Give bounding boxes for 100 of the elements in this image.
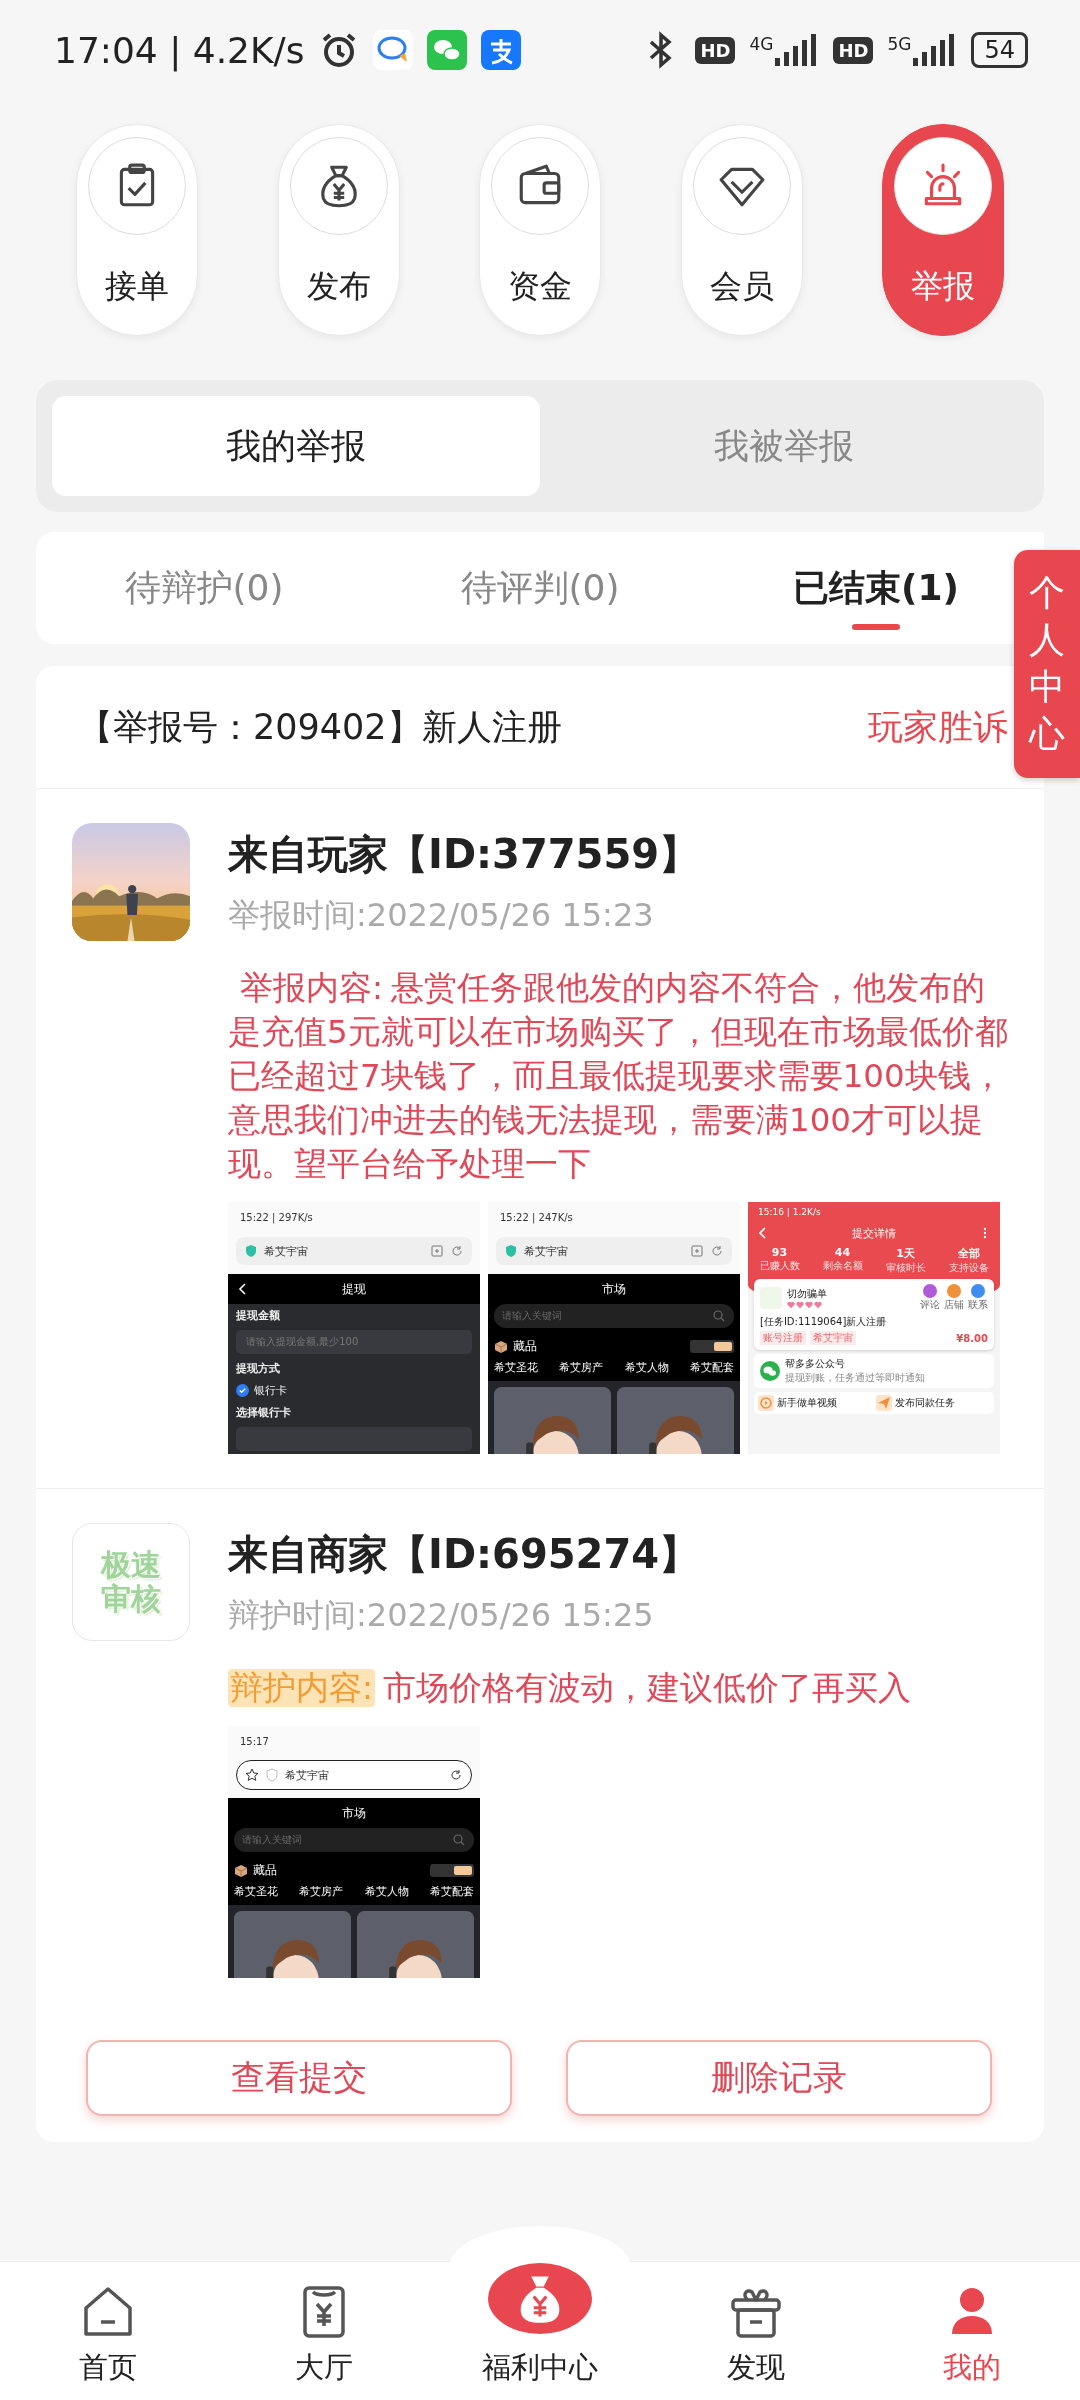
category-tab[interactable]: 希艾人物 (624, 1361, 669, 1375)
link-subtitle: 提现到账，任务通过等即时通知 (785, 1371, 925, 1385)
check-icon (238, 1386, 247, 1395)
action-label: 评论 (920, 1298, 940, 1312)
filter-tab[interactable]: 待评判(0) (456, 532, 624, 644)
action-button[interactable]: 会员 (680, 124, 803, 336)
stat-label: 审核时长 (885, 1261, 926, 1275)
verdict-label: 玩家胜诉 (868, 705, 1008, 749)
status-time: 15:22 | 247K/s (500, 1211, 573, 1223)
add-bookmark-icon[interactable] (430, 1244, 444, 1258)
side-tab[interactable]: 个人中心 (1014, 550, 1080, 778)
refresh-icon[interactable] (710, 1244, 724, 1258)
play-icon (758, 1395, 774, 1411)
option-label: 银行卡 (254, 1383, 287, 1398)
action-icon[interactable] (971, 1284, 985, 1298)
checkbox[interactable] (236, 1384, 249, 1397)
nav-tab[interactable]: 首页 (0, 2262, 216, 2400)
page-title: 提交详情 (852, 1225, 896, 1241)
battery-level: 54 (971, 32, 1028, 68)
stat-value: 44 (834, 1246, 851, 1259)
search-icon (712, 1309, 726, 1323)
sort-toggle[interactable] (430, 1864, 474, 1877)
nav-tab[interactable]: 我的 (864, 2262, 1080, 2400)
filter-tab[interactable]: 待辩护(0) (120, 532, 288, 644)
task-card[interactable]: 切勿骗单 评论 店铺 联系 [任务ID:1119064]新人注册 账号注册 希艾宇宙 ¥8.00 (754, 1279, 994, 1350)
content-text: 举报内容: 悬赏任务跟他发的内容不符合，他发布的是充值5元就可以在市场购买了，但现在市场最低价都已经超过7块钱了，而且最低提现要求需要100块钱，意思我们冲进去的钱无法提现，需要满100才可以提现。望平台给予处理一下 (228, 968, 1008, 1185)
nav-tab[interactable]: 福利中心 (432, 2262, 648, 2400)
chat-bubble-icon (372, 30, 413, 70)
timestamp: 辩护时间:2022/05/26 15:25 (228, 1595, 655, 1636)
refresh-icon[interactable] (450, 1244, 464, 1258)
chat-bubbles-icon (760, 1361, 780, 1381)
task-tag: 希艾宇宙 (810, 1331, 856, 1345)
task-tag: 账号注册 (760, 1331, 806, 1345)
task-name: 切勿骗单 (787, 1287, 827, 1301)
sender-name: 来自商家【ID:695274】 (228, 1530, 701, 1579)
content-text: 辩护内容: 市场价格有波动，建议低价了再买入 (228, 1668, 912, 1709)
segment-tab[interactable]: 我的举报 (52, 396, 540, 496)
action-button[interactable]: 删除记录 (566, 2040, 992, 2116)
payment-app-icon (480, 30, 521, 70)
sort-toggle[interactable] (690, 1340, 734, 1353)
nav-tab[interactable]: 发现 (648, 2262, 864, 2400)
category-tab[interactable]: 希艾圣花 (234, 1885, 278, 1899)
shortcut-link[interactable]: 发布同款任务 (876, 1395, 990, 1411)
section-title: 藏品 (253, 1862, 277, 1879)
category-tab[interactable]: 希艾房产 (559, 1361, 604, 1375)
nav-tab[interactable]: 大厅 (216, 2262, 432, 2400)
report-title: 【举报号：209402】新人注册 (78, 705, 562, 749)
task-price: ¥8.00 (956, 1332, 988, 1344)
address-bar[interactable]: 希艾宇宙 (236, 1760, 472, 1790)
category-tab[interactable]: 希艾圣花 (494, 1361, 538, 1375)
page-title: 市场 (602, 1280, 626, 1298)
refresh-icon[interactable] (449, 1768, 463, 1782)
search-icon (452, 1833, 466, 1847)
action-icon[interactable] (947, 1284, 961, 1298)
page-title: 提现 (342, 1280, 366, 1298)
star-icon[interactable] (245, 1768, 259, 1782)
action-button[interactable]: 资金 (479, 124, 601, 336)
category-tab[interactable]: 希艾配套 (430, 1885, 474, 1899)
section-title: 藏品 (513, 1338, 537, 1355)
address-bar[interactable]: 希艾宇宙 (236, 1237, 472, 1265)
address-bar[interactable]: 希艾宇宙 (496, 1237, 732, 1265)
shield-icon (244, 1244, 258, 1258)
stat-label: 剩余名额 (822, 1259, 863, 1273)
status-time: 15:22 | 297K/s (240, 1211, 313, 1223)
category-tab[interactable]: 希艾房产 (299, 1885, 344, 1899)
paper-plane-icon (876, 1395, 892, 1411)
chat-bubbles-icon (426, 30, 467, 70)
network-type: 4G (749, 34, 774, 54)
box-icon (494, 1339, 508, 1354)
add-bookmark-icon[interactable] (690, 1244, 704, 1258)
sender-name: 来自玩家【ID:377559】 (228, 830, 701, 879)
timestamp: 举报时间:2022/05/26 15:23 (228, 895, 655, 936)
action-button[interactable]: 查看提交 (86, 2040, 512, 2116)
stat-label: 已赚人数 (759, 1259, 800, 1273)
field-label: 提现方式 (236, 1361, 281, 1376)
hd-badge: HD (695, 36, 736, 64)
filter-tab[interactable]: 已结束(1) (789, 532, 963, 644)
screenshot-thumbnail[interactable]: 15:16 | 1.2K/s 提交详情 93 已赚人数 44 剩余名额 1天 审核时长 全部 支持设备 切勿骗单 评论 店铺 联系 [任务ID:1119064]新人注册 账号注册 希艾宇宙 ¥8.00 帮多多公众号 提现到账，任务通过等即时通知 新手做单视频 发布同款任务 (748, 1202, 1000, 1454)
action-button[interactable]: 接单 (76, 124, 198, 336)
action-button[interactable]: 发布 (277, 124, 400, 336)
shield-icon (265, 1768, 279, 1782)
page-title: 市场 (342, 1804, 366, 1822)
status-time: 15:16 | 1.2K/s (758, 1207, 821, 1217)
action-button[interactable]: 举报 (882, 124, 1004, 336)
category-tab[interactable]: 希艾人物 (364, 1885, 409, 1899)
shortcut-link[interactable]: 新手做单视频 (758, 1395, 872, 1411)
stat-value: 全部 (957, 1246, 980, 1261)
stat-label: 支持设备 (948, 1261, 989, 1275)
category-tab[interactable]: 希艾配套 (690, 1361, 734, 1375)
box-icon (234, 1863, 248, 1878)
task-title: [任务ID:1119064]新人注册 (760, 1315, 888, 1329)
field-label: 提现金额 (236, 1308, 281, 1323)
stat-value: 93 (771, 1246, 788, 1259)
action-label: 联系 (968, 1298, 988, 1312)
status-time: 17:04 | 4.2K/s (54, 29, 305, 71)
field-label: 选择银行卡 (236, 1405, 292, 1420)
link-row[interactable]: 帮多多公众号 提现到账，任务通过等即时通知 (754, 1354, 994, 1388)
stat-value: 1天 (896, 1246, 915, 1261)
logo: 极速 审核 (72, 1523, 190, 1641)
action-icon[interactable] (923, 1284, 937, 1298)
